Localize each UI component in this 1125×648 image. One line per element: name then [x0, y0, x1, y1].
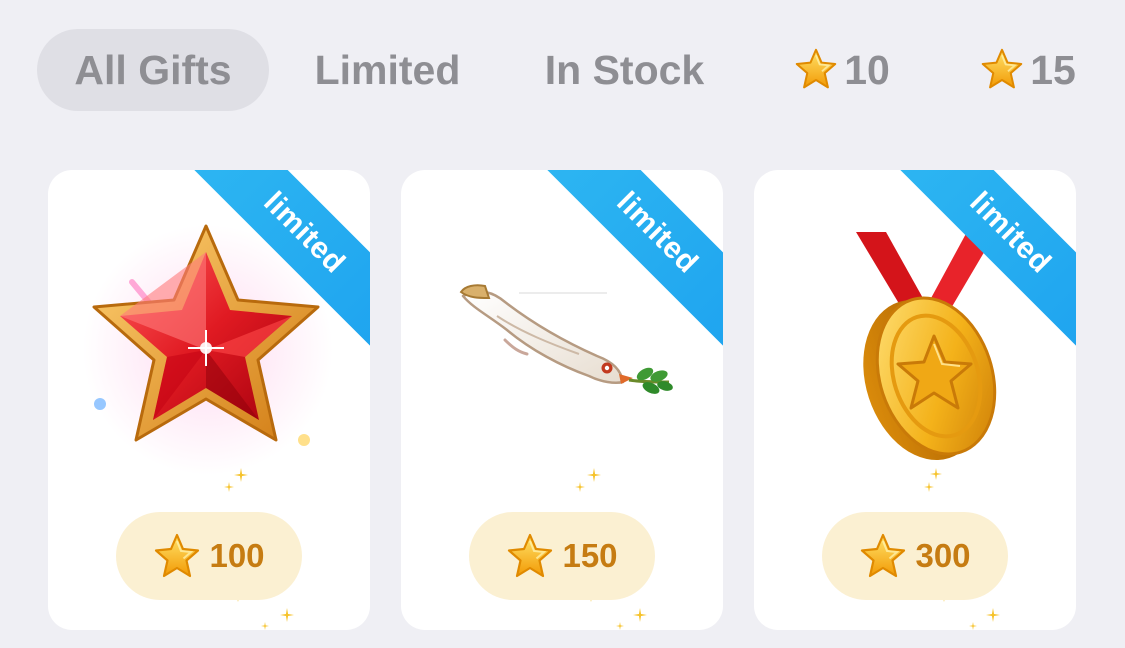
star-icon	[859, 532, 907, 580]
tab-limited[interactable]: Limited	[295, 29, 480, 111]
tab-in-stock[interactable]: In Stock	[522, 29, 727, 111]
gift-card[interactable]: limited 150	[401, 170, 723, 630]
tab-star-10[interactable]: 10	[782, 29, 902, 111]
gift-card[interactable]: limited 300	[754, 170, 1076, 630]
star-icon	[153, 532, 201, 580]
gift-card[interactable]: limited 100	[48, 170, 370, 630]
tab-limited-label: Limited	[314, 46, 461, 93]
gift-filter-tabs: All Gifts Limited In Stock 10 15	[0, 0, 1125, 140]
price-button[interactable]: 100	[116, 512, 302, 600]
tab-all-gifts-label: All Gifts	[74, 46, 232, 93]
tab-in-stock-label: In Stock	[544, 46, 705, 93]
price-value: 150	[562, 537, 618, 574]
star-icon	[980, 47, 1024, 91]
star-icon	[506, 532, 554, 580]
tab-star-15-label: 15	[1030, 46, 1076, 93]
price-button[interactable]: 300	[822, 512, 1008, 600]
price-value: 300	[915, 537, 971, 574]
star-icon	[794, 47, 838, 91]
price-value: 100	[209, 537, 265, 574]
tab-star-15[interactable]: 15	[968, 29, 1088, 111]
price-button[interactable]: 150	[469, 512, 655, 600]
tab-all-gifts[interactable]: All Gifts	[37, 29, 269, 111]
tab-star-10-label: 10	[844, 46, 890, 93]
